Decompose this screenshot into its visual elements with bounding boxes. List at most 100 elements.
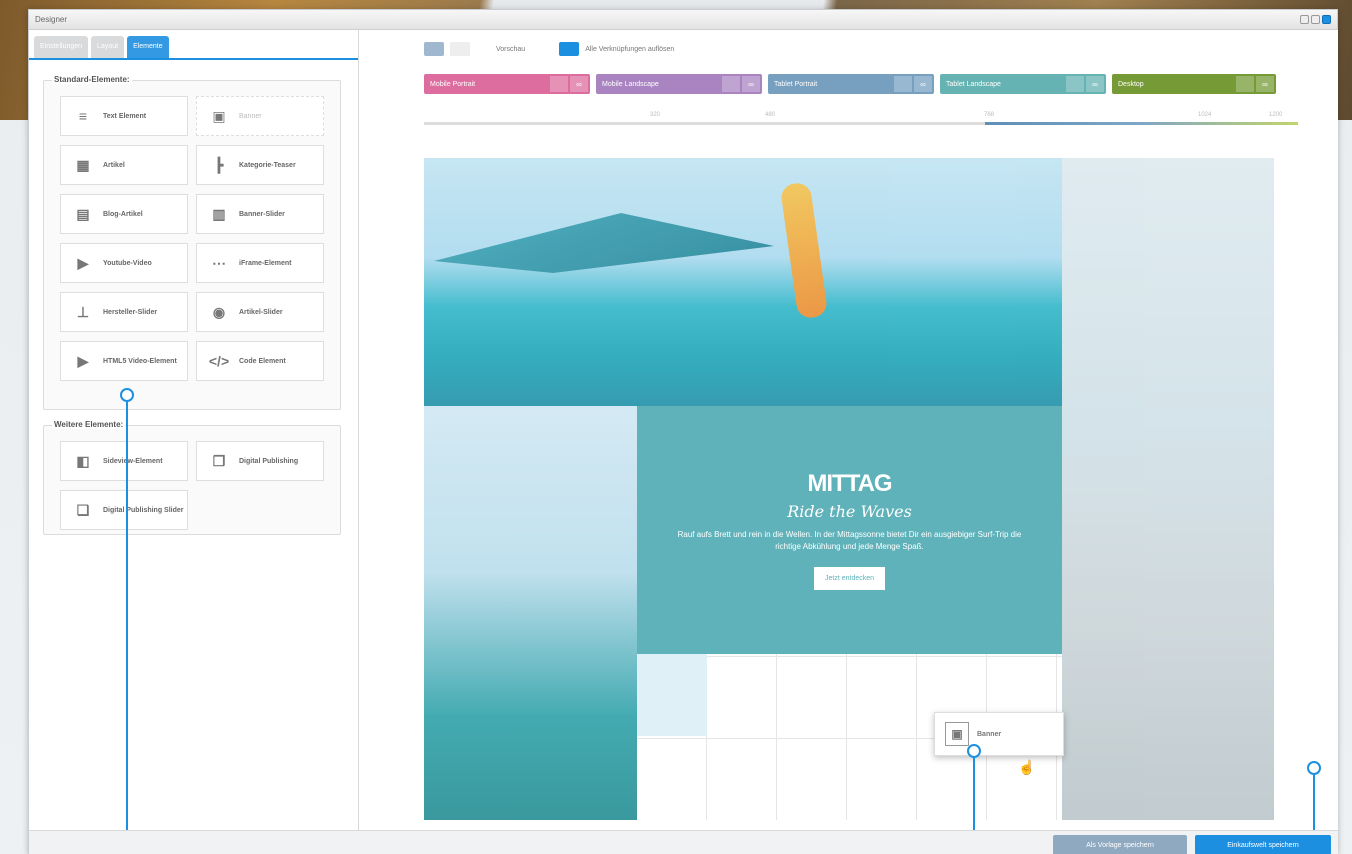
breakpoint-mobile-portrait[interactable]: Mobile Portrait ∞ bbox=[424, 74, 590, 94]
emotion-canvas: MITTAG Ride the Waves Rauf aufs Brett un… bbox=[424, 158, 1274, 820]
viewport-ruler bbox=[424, 122, 1298, 125]
element-digital-publishing[interactable]: ❐ Digital Publishing bbox=[196, 441, 324, 481]
element-label: HTML5 Video-Element bbox=[103, 357, 177, 365]
tab-elemente[interactable]: Elemente bbox=[127, 36, 169, 58]
preview-toggle[interactable] bbox=[450, 42, 470, 56]
link-icon[interactable]: ∞ bbox=[1086, 76, 1104, 92]
link-icon[interactable]: ∞ bbox=[914, 76, 932, 92]
ruler-tick: 1024 bbox=[1198, 112, 1212, 118]
link-icon[interactable]: ∞ bbox=[570, 76, 588, 92]
text-lines-icon: ≡ bbox=[78, 108, 88, 124]
element-label: iFrame-Element bbox=[239, 259, 292, 267]
annotation-pin-grid bbox=[1307, 761, 1321, 775]
blog-icon: ▤ bbox=[76, 205, 90, 222]
breakpoint-label: Mobile Landscape bbox=[602, 80, 659, 88]
more-elements-legend: Weitere Elemente: bbox=[52, 420, 126, 429]
code-icon: </> bbox=[208, 353, 230, 369]
breakpoint-switches: ∞ bbox=[1236, 76, 1276, 92]
element-label: Banner-Slider bbox=[239, 210, 285, 218]
surfboard-girl-banner[interactable] bbox=[1062, 158, 1274, 820]
ruler-tick: 768 bbox=[984, 112, 995, 118]
maximize-icon[interactable] bbox=[1311, 15, 1320, 24]
drag-ghost-banner[interactable]: ▣ Banner bbox=[934, 712, 1064, 756]
element-label: Hersteller-Slider bbox=[103, 308, 158, 316]
element-kategorie-teaser[interactable]: ┣ Kategorie-Teaser bbox=[196, 145, 324, 185]
window-controls bbox=[1300, 15, 1331, 24]
toggle-icon[interactable] bbox=[550, 76, 568, 92]
unlink-label[interactable]: Alle Verknüpfungen auflösen bbox=[585, 46, 674, 53]
annotation-line-dragged bbox=[973, 758, 975, 830]
element-digital-publishing-slider[interactable]: ❏ Digital Publishing Slider bbox=[60, 490, 188, 530]
surfboard bbox=[779, 181, 829, 320]
teaser-box[interactable]: MITTAG Ride the Waves Rauf aufs Brett un… bbox=[637, 406, 1062, 654]
toggle-icon[interactable] bbox=[1236, 76, 1254, 92]
grab-hand-icon: ☝ bbox=[1018, 759, 1036, 775]
brand-logo: MITTAG bbox=[807, 470, 892, 497]
element-youtube-video[interactable]: ▶ Youtube-Video bbox=[60, 243, 188, 283]
link-icon[interactable]: ∞ bbox=[742, 76, 760, 92]
teaser-tagline: Ride the Waves bbox=[787, 502, 912, 521]
element-artikel[interactable]: ▦ Artikel bbox=[60, 145, 188, 185]
standard-elements-legend: Standard-Elemente: bbox=[52, 75, 132, 84]
html5-video-icon: ▶ bbox=[77, 352, 89, 369]
standard-elements-group: Standard-Elemente: ≡ Text Element ▣ Banner ▦… bbox=[43, 75, 341, 410]
breakpoint-label: Tablet Landscape bbox=[946, 80, 1001, 88]
breakpoint-desktop[interactable]: Desktop ∞ bbox=[1112, 74, 1276, 94]
element-text-element[interactable]: ≡ Text Element bbox=[60, 96, 188, 136]
preview-label: Vorschau bbox=[496, 45, 526, 53]
element-artikel-slider[interactable]: ◉ Artikel-Slider bbox=[196, 292, 324, 332]
toggle-icon[interactable] bbox=[722, 76, 740, 92]
box-icon: ▦ bbox=[76, 156, 90, 173]
minimize-icon[interactable] bbox=[1300, 15, 1309, 24]
element-code-element[interactable]: </> Code Element bbox=[196, 341, 324, 381]
element-label: Youtube-Video bbox=[103, 259, 152, 267]
drop-target-cell[interactable] bbox=[637, 654, 707, 736]
teaser-cta-button[interactable]: Jetzt entdecken bbox=[813, 567, 886, 590]
ruler-fill bbox=[985, 122, 1298, 125]
unlink-icon[interactable] bbox=[559, 42, 580, 56]
teaser-description: Rauf aufs Brett und rein in die Wellen. … bbox=[677, 530, 1022, 551]
ruler-tick: 1200 bbox=[1269, 112, 1283, 118]
publishing-icon: ❐ bbox=[212, 452, 226, 469]
save-world-button[interactable]: Einkaufswelt speichern bbox=[1195, 835, 1331, 854]
toggle-icon[interactable] bbox=[894, 76, 912, 92]
breakpoint-tablet-landscape[interactable]: Tablet Landscape ∞ bbox=[940, 74, 1106, 94]
sideview-icon: ◧ bbox=[76, 452, 90, 469]
image-icon: ▣ bbox=[212, 107, 226, 124]
element-label: Artikel bbox=[103, 161, 125, 169]
breakpoint-mobile-landscape[interactable]: Mobile Landscape ∞ bbox=[596, 74, 762, 94]
element-label: Artikel-Slider bbox=[239, 308, 283, 316]
annotation-line-elements bbox=[126, 402, 128, 854]
element-iframe-element[interactable]: ⋯ iFrame-Element bbox=[196, 243, 324, 283]
element-banner-slider[interactable]: ▥ Banner-Slider bbox=[196, 194, 324, 234]
annotation-pin-dragged bbox=[967, 744, 981, 758]
element-html5-video-element[interactable]: ▶ HTML5 Video-Element bbox=[60, 341, 188, 381]
video-icon: ▶ bbox=[77, 254, 89, 271]
footer-bar: Als Vorlage speichern Einkaufswelt speic… bbox=[29, 830, 1338, 854]
tab-layout[interactable]: Layout bbox=[91, 36, 125, 58]
element-sideview-element[interactable]: ◧ Sideview-Element bbox=[60, 441, 188, 481]
element-blog-artikel[interactable]: ▤ Blog-Artikel bbox=[60, 194, 188, 234]
close-icon[interactable] bbox=[1322, 15, 1331, 24]
breakpoint-switches: ∞ bbox=[550, 76, 590, 92]
breakpoint-switches: ∞ bbox=[722, 76, 762, 92]
surfer-girl-banner[interactable] bbox=[424, 406, 637, 820]
tab-einstellungen[interactable]: Einstellungen bbox=[34, 36, 89, 58]
preview-icon[interactable] bbox=[424, 42, 444, 56]
save-template-button[interactable]: Als Vorlage speichern bbox=[1053, 835, 1187, 854]
element-hersteller-slider[interactable]: ⊥ Hersteller-Slider bbox=[60, 292, 188, 332]
breakpoint-label: Tablet Portrait bbox=[774, 80, 818, 88]
element-label: Digital Publishing Slider bbox=[103, 506, 184, 514]
link-icon[interactable]: ∞ bbox=[1256, 76, 1274, 92]
annotation-pin-elements bbox=[120, 388, 134, 402]
element-label: Sideview-Element bbox=[103, 457, 163, 465]
elements-panel: Einstellungen Layout Elemente Standard-E… bbox=[29, 30, 359, 830]
windsurf-banner[interactable] bbox=[424, 158, 1062, 406]
article-slider-icon: ◉ bbox=[212, 303, 226, 320]
annotation-line-grid bbox=[1313, 775, 1315, 830]
element-label: Blog-Artikel bbox=[103, 210, 143, 218]
breakpoint-tablet-portrait[interactable]: Tablet Portrait ∞ bbox=[768, 74, 934, 94]
designer-window: Designer Einstellungen Layout Elemente S… bbox=[28, 9, 1338, 854]
element-label: Text Element bbox=[103, 112, 147, 120]
toggle-icon[interactable] bbox=[1066, 76, 1084, 92]
